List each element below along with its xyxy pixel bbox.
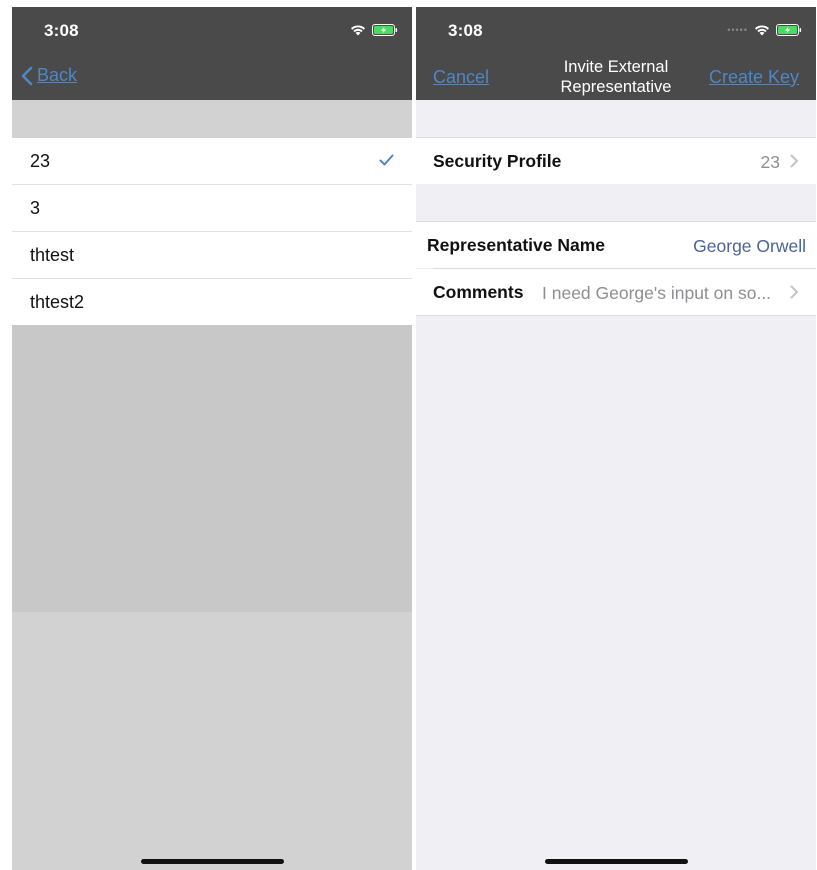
nav-bar: Cancel Invite External Representative Cr… bbox=[416, 55, 816, 100]
status-icons bbox=[350, 23, 398, 37]
status-bar: 3:08 bbox=[12, 7, 412, 55]
section-gap bbox=[416, 184, 816, 222]
list-item[interactable]: thtest bbox=[12, 232, 412, 279]
chevron-left-icon bbox=[21, 66, 33, 85]
wifi-icon bbox=[755, 25, 769, 36]
status-time: 3:08 bbox=[44, 21, 79, 40]
comments-label: Comments bbox=[433, 282, 524, 302]
back-button[interactable]: Back bbox=[21, 65, 77, 86]
security-profile-value: 23 bbox=[760, 152, 780, 172]
status-time: 3:08 bbox=[448, 21, 483, 40]
security-profile-list: 23 3 thtest thtest2 bbox=[12, 138, 412, 325]
representative-name-label: Representative Name bbox=[427, 235, 605, 255]
list-item-label: 3 bbox=[30, 198, 41, 218]
list-item-label: thtest2 bbox=[30, 292, 85, 312]
comments-value: I need George's input on so... bbox=[542, 283, 772, 303]
section-gap bbox=[416, 100, 816, 138]
list-item[interactable]: 3 bbox=[12, 185, 412, 232]
chevron-right-icon bbox=[790, 285, 798, 299]
chevron-right-icon bbox=[790, 154, 798, 168]
left-screen: 3:08 Back 23 3 thtest thtest2 bbox=[12, 7, 412, 870]
status-bar: 3:08 ••••• bbox=[416, 7, 816, 55]
list-item[interactable]: 23 bbox=[12, 138, 412, 185]
home-indicator[interactable] bbox=[545, 859, 688, 864]
create-key-button[interactable]: Create Key bbox=[709, 67, 799, 88]
battery-charging-icon bbox=[776, 24, 802, 36]
list-item-label: thtest bbox=[30, 245, 75, 265]
security-profile-label: Security Profile bbox=[433, 151, 562, 171]
nav-bar: Back bbox=[12, 55, 412, 100]
status-icons: ••••• bbox=[727, 23, 802, 37]
signal-dots-icon: ••••• bbox=[727, 25, 748, 35]
home-indicator[interactable] bbox=[141, 859, 284, 864]
comments-row[interactable]: Comments I need George's input on so... bbox=[416, 269, 816, 316]
empty-list-area bbox=[12, 325, 412, 612]
list-item[interactable]: thtest2 bbox=[12, 279, 412, 325]
back-label: Back bbox=[37, 65, 78, 85]
wifi-icon bbox=[351, 25, 365, 36]
checkmark-icon bbox=[379, 154, 394, 166]
battery-charging-icon bbox=[372, 24, 398, 36]
representative-name-field[interactable]: George Orwell bbox=[693, 236, 806, 257]
right-screen: 3:08 ••••• Cancel Invite External Repres… bbox=[416, 7, 816, 870]
security-profile-row[interactable]: Security Profile 23 bbox=[416, 137, 816, 185]
representative-name-row[interactable]: Representative Name George Orwell bbox=[416, 221, 816, 268]
list-header-spacer bbox=[12, 100, 412, 138]
list-item-label: 23 bbox=[30, 151, 51, 171]
